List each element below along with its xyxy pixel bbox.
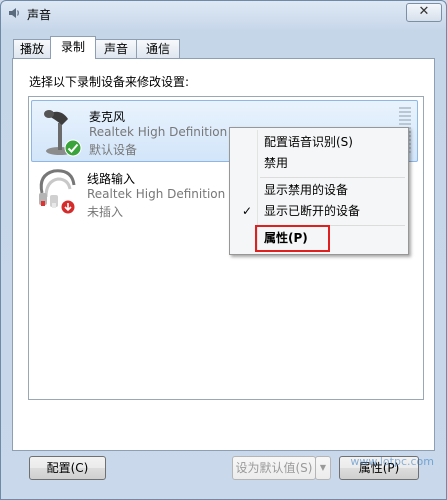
menu-label: 显示已断开的设备 [264,204,361,218]
red-down-arrow-icon [60,199,76,215]
close-icon: ✕ [418,4,430,19]
menu-item-show-disconnected[interactable]: ✓ 显示已断开的设备 [232,201,406,221]
tab-playback[interactable]: 播放 [13,39,51,58]
chevron-down-icon: ▼ [319,463,327,472]
speaker-icon [9,8,19,18]
device-status: 默认设备 [89,143,138,157]
menu-item-disable[interactable]: 禁用 [232,153,406,173]
tab-label: 录制 [60,40,85,54]
menu-label: 显示禁用的设备 [264,183,349,197]
watermark: www.lotpc.com [350,455,434,468]
tab-label: 通信 [145,42,170,56]
configure-button[interactable]: 配置(C) [29,456,106,480]
tab-label: 播放 [19,42,44,56]
button-label: 配置(C) [46,461,89,475]
tab-communications[interactable]: 通信 [136,39,180,58]
tab-label: 声音 [103,42,128,56]
menu-label: 禁用 [264,156,289,170]
device-status: 未插入 [87,205,124,219]
context-menu: 配置语音识别(S) 禁用 显示禁用的设备 ✓ 显示已断开的设备 属性(P) [229,127,409,255]
menu-separator [260,177,405,178]
button-label: 设为默认值(S) [235,461,313,475]
green-check-icon [64,139,82,157]
set-default-dropdown[interactable]: ▼ [315,456,331,480]
set-default-button[interactable]: 设为默认值(S) [232,456,316,480]
device-description: Realtek High Definition Au [87,187,245,201]
tab-recording[interactable]: 录制 [50,36,96,59]
device-description: Realtek High Definition Au [89,125,247,139]
checkmark-icon: ✓ [242,204,253,218]
window-title: 声音 [27,8,52,22]
red-highlight-box [255,225,330,252]
menu-item-configure-speech[interactable]: 配置语音识别(S) [232,132,406,152]
device-name: 线路输入 [87,172,136,186]
device-name: 麦克风 [89,110,126,124]
close-button[interactable]: ✕ [406,3,442,22]
instruction-text: 选择以下录制设备来修改设置: [29,75,190,89]
menu-item-show-disabled[interactable]: 显示禁用的设备 [232,180,406,200]
menu-label: 配置语音识别(S) [264,135,353,149]
tab-sounds[interactable]: 声音 [95,39,137,58]
title-bar[interactable]: 声音 ✕ [1,1,446,27]
sound-dialog: 声音 ✕ 播放 录制 声音 通信 选择以下录制设备来修改设置: 麦克风 Real… [0,0,447,500]
